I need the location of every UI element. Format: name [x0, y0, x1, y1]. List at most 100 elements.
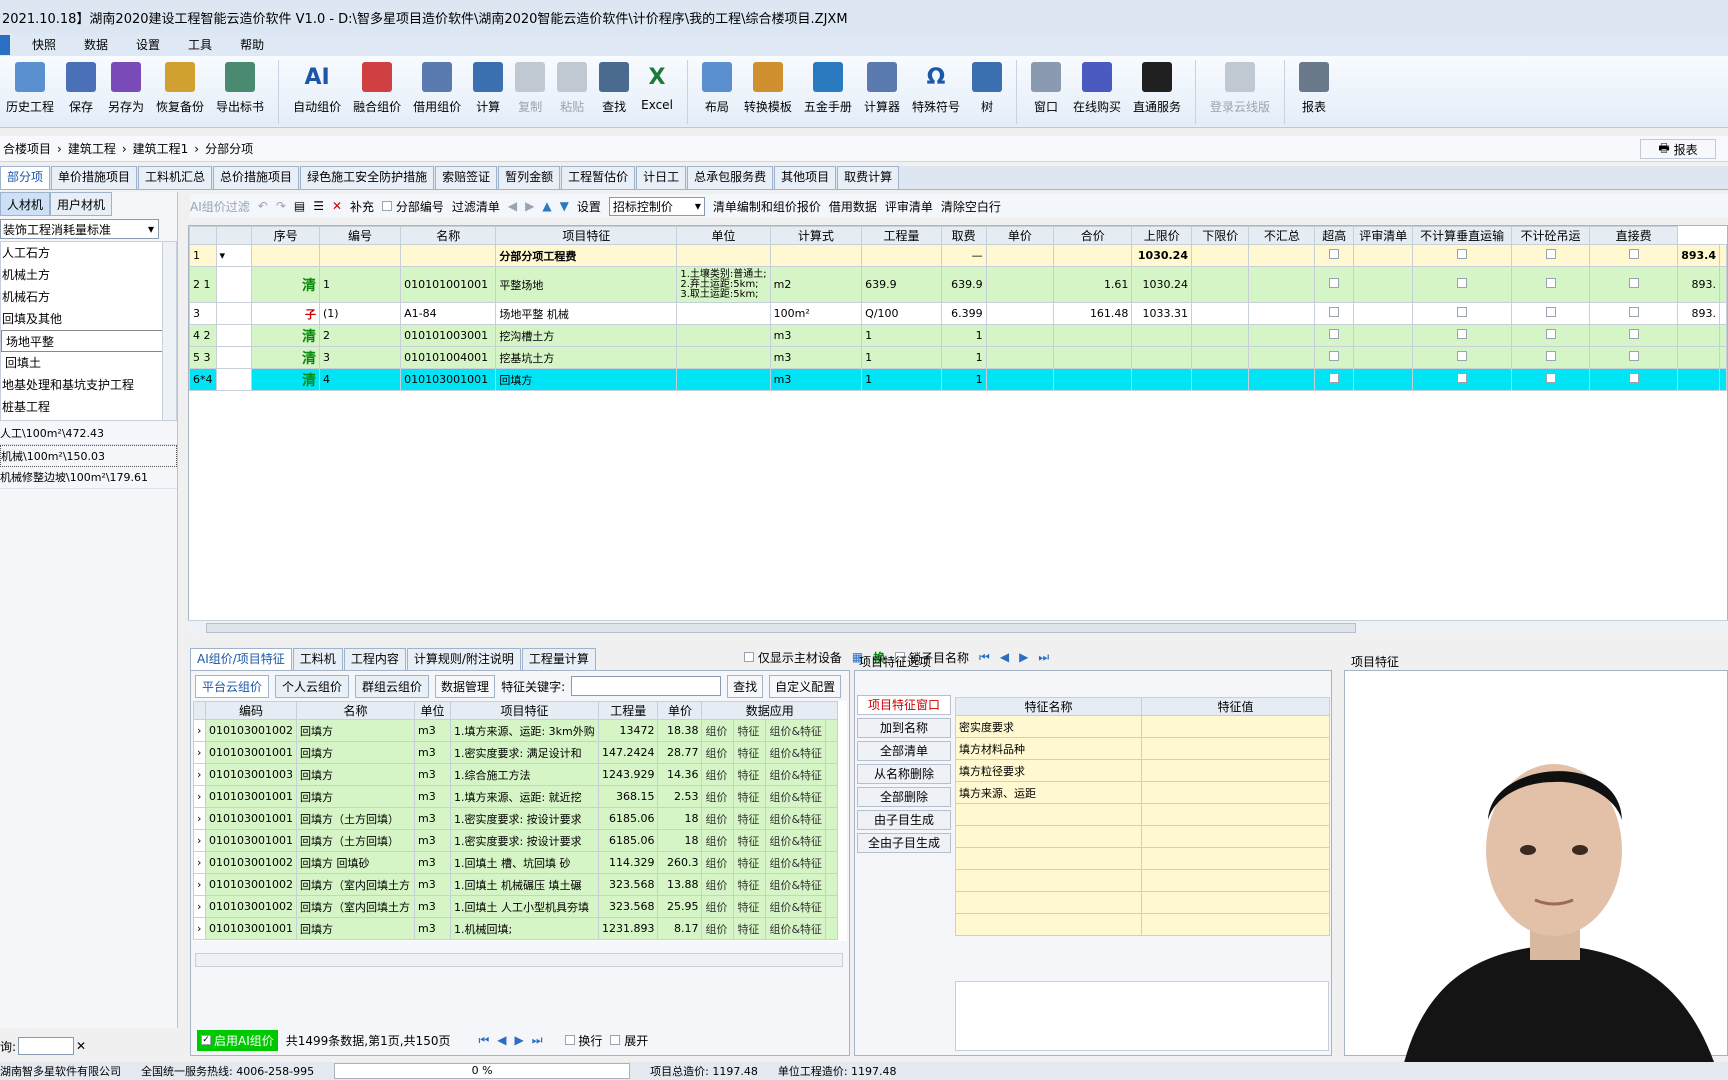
feature-option-button[interactable]: 项目特征窗口 [857, 695, 951, 715]
unit-cell[interactable]: m2 [769, 266, 863, 303]
ai-grid-scrollbar[interactable] [195, 953, 843, 967]
feature-value-editor[interactable] [955, 981, 1329, 1051]
tab-1[interactable]: 单价措施项目 [51, 166, 138, 189]
qty-cell[interactable]: 1 [940, 368, 987, 391]
price-cell[interactable] [1053, 346, 1133, 369]
ai-apply-action-1[interactable]: 特征 [733, 741, 767, 764]
breadcrumb-item[interactable]: 建筑工程1 [130, 140, 192, 157]
quota-list-item[interactable]: 机械修整边坡\100m²\179.61 [0, 467, 177, 489]
tab-3[interactable]: 总价措施项目 [213, 166, 300, 189]
lower-limit-cell[interactable] [1248, 324, 1316, 347]
expand-row-icon[interactable]: › [193, 917, 206, 940]
upper-limit-cell[interactable] [1190, 266, 1250, 303]
ai-apply-action-0[interactable]: 组价 [701, 917, 735, 940]
tree-cell[interactable] [215, 324, 253, 347]
bottom-tab-0[interactable]: AI组价/项目特征 [190, 648, 292, 670]
borrow-button[interactable]: 借用组价 [407, 56, 467, 128]
ai-result-row[interactable]: › 010103001002 回填方（室内回填土方 m3 1.回填土 人工小型机具夯填 3… [193, 895, 839, 918]
feature-row[interactable] [955, 803, 1330, 826]
column-header[interactable]: 单位 [676, 226, 771, 245]
undo-icon[interactable]: ↶ [258, 199, 268, 213]
feature-name-cell[interactable] [955, 869, 1142, 892]
feature-value-cell[interactable] [1141, 869, 1330, 892]
feature-row[interactable] [955, 869, 1330, 892]
ai-apply-action-1[interactable]: 特征 [733, 807, 767, 830]
ai-result-row[interactable]: › 010103001001 回填方（土方回填） m3 1.密实度要求: 按设计要求 61… [193, 807, 839, 830]
column-header[interactable]: 计算式 [769, 226, 863, 245]
tree-cell[interactable] [215, 368, 253, 391]
tree-cell[interactable]: ▾ [215, 244, 253, 267]
review-checkbox[interactable] [1412, 368, 1512, 391]
expand-row-icon[interactable]: › [193, 719, 206, 742]
no-summary-checkbox[interactable] [1314, 266, 1355, 303]
checkbox-box[interactable] [1329, 278, 1340, 288]
no-summary-checkbox[interactable] [1314, 244, 1355, 267]
tree-cell[interactable] [215, 302, 253, 325]
ai-column-header[interactable]: 工程量 [597, 701, 659, 720]
search-input[interactable] [18, 1037, 75, 1055]
feature-value-cell[interactable] [1141, 737, 1330, 760]
bill-row[interactable]: 6*4 清 4 010103001001 回填方 m3 1 1 [189, 368, 1727, 391]
tree-node[interactable]: 桩基工程 [1, 396, 176, 418]
price-cell[interactable]: 161.48 [1053, 302, 1133, 325]
feature-cell[interactable] [676, 244, 771, 267]
feature-name-cell[interactable] [955, 847, 1142, 870]
tree-node[interactable]: 回填土 [1, 352, 176, 374]
ai-result-row[interactable]: › 010103001002 回填方 回填砂 m3 1.回填土 槽、坑回填 砂 114.3… [193, 851, 839, 874]
no-summary-checkbox[interactable] [1314, 368, 1355, 391]
ai-result-row[interactable]: › 010103001001 回填方 m3 1.密实度要求: 满足设计和 147.2424… [193, 741, 839, 764]
no-hoist-checkbox[interactable] [1589, 266, 1679, 303]
price-cell[interactable] [1053, 324, 1133, 347]
direct-cost-cell[interactable] [1677, 368, 1720, 391]
expand-row-icon[interactable]: › [193, 807, 206, 830]
fee-cell[interactable] [985, 368, 1055, 391]
ai-apply-action-2[interactable]: 组价&特征 [765, 873, 827, 896]
fee-cell[interactable] [985, 244, 1055, 267]
tab-2[interactable]: 工料机汇总 [138, 166, 213, 189]
formula-cell[interactable]: 1 [861, 368, 942, 391]
ai-apply-action-2[interactable]: 组价&特征 [765, 829, 827, 852]
ai-result-row[interactable]: › 010103001001 回填方 m3 1.填方来源、运距: 就近挖 368.15 2.… [193, 785, 839, 808]
checkbox-box[interactable] [1329, 329, 1340, 339]
merge-button[interactable]: 融合组价 [347, 56, 407, 128]
column-header[interactable]: 项目特征 [495, 226, 678, 245]
ai-apply-action-0[interactable]: 组价 [701, 763, 735, 786]
price-cell[interactable] [1053, 368, 1133, 391]
tab-7[interactable]: 工程暂估价 [561, 166, 636, 189]
price-cell[interactable]: 1.61 [1053, 266, 1133, 303]
price-mode-select[interactable]: 招标控制价 ▾ [608, 196, 705, 216]
checkbox-box[interactable] [1628, 351, 1639, 361]
tab-platform-cloud[interactable]: 平台云组价 [195, 674, 270, 698]
ai-apply-action-2[interactable]: 组价&特征 [765, 895, 827, 918]
code-cell[interactable]: 010101001001 [400, 266, 497, 303]
tab-4[interactable]: 绿色施工安全防护措施 [300, 166, 435, 189]
total-cell[interactable]: 1030.24 [1131, 266, 1192, 303]
extra-cell[interactable] [1719, 266, 1727, 303]
bottom-tab-4[interactable]: 工程量计算 [521, 648, 596, 670]
feature-cell[interactable] [676, 324, 771, 347]
direct-cost-cell[interactable] [1677, 346, 1720, 369]
checkbox-box[interactable] [1329, 249, 1340, 259]
checkbox-box[interactable] [1545, 307, 1556, 317]
tab-group-cloud[interactable]: 群组云组价 [355, 674, 430, 698]
feature-row[interactable]: 密实度要求 [955, 715, 1330, 738]
extra-cell[interactable] [1719, 324, 1727, 347]
ai-apply-action-2[interactable]: 组价&特征 [765, 763, 827, 786]
feature-row[interactable]: 填方来源、运距 [955, 781, 1330, 804]
export-button[interactable]: 导出标书 [210, 56, 270, 128]
review-checkbox[interactable] [1412, 324, 1512, 347]
no-hoist-checkbox[interactable] [1589, 368, 1679, 391]
copy-button[interactable]: 复制 [509, 56, 551, 128]
enable-ai-checkbox[interactable]: ✓ 启用AI组价 [197, 1029, 278, 1051]
tab-personal-cloud[interactable]: 个人云组价 [275, 674, 350, 698]
tree-cell[interactable] [215, 346, 253, 369]
bill-row[interactable]: 2 1 清 1 010101001001 平整场地 1.土壤类别:普通土; 2.弃土运距:… [189, 266, 1727, 303]
feature-value-cell[interactable] [1141, 913, 1330, 936]
last-page-icon[interactable]: ⏭ [532, 1033, 543, 1048]
tree-button[interactable]: 树 [966, 56, 1008, 128]
fee-cell[interactable] [985, 324, 1055, 347]
tab-5[interactable]: 索赔签证 [435, 166, 498, 189]
checkbox-box[interactable] [1545, 249, 1556, 259]
unit-cell[interactable] [769, 244, 863, 267]
window-button[interactable]: 窗口 [1025, 56, 1067, 128]
